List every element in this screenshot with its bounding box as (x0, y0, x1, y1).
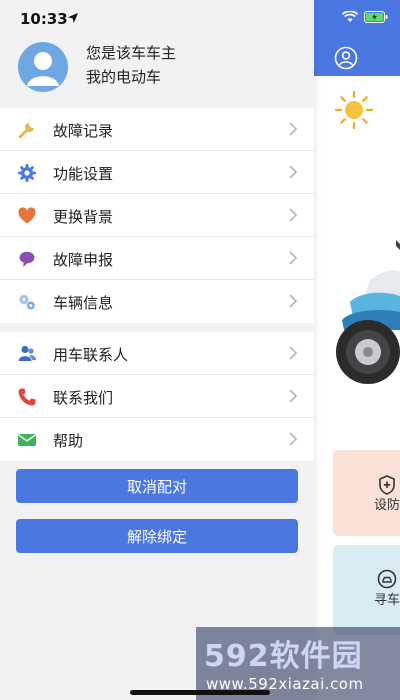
menu-label: 功能设置 (53, 165, 114, 183)
watermark-logo: 592软件园 (204, 639, 363, 674)
menu-item-fault-report[interactable]: 故障申报 (0, 237, 314, 280)
gears-icon (19, 294, 35, 310)
chevron-right-icon (289, 389, 298, 403)
find-car-card-label: 寻车 (374, 593, 400, 608)
menu-item-contact-us[interactable]: 联系我们 (0, 375, 314, 418)
phone-icon (18, 388, 36, 406)
menu-item-vehicle-info[interactable]: 车辆信息 (0, 280, 314, 323)
gear-icon (18, 164, 36, 182)
car-search-icon (377, 569, 397, 589)
wifi-icon (342, 11, 358, 22)
menu-item-help[interactable]: 帮助 (0, 418, 314, 461)
chevron-right-icon (289, 432, 298, 446)
menu-label: 车辆信息 (53, 294, 114, 312)
avatar[interactable] (18, 42, 68, 92)
mail-icon (18, 434, 36, 446)
chevron-right-icon (289, 122, 298, 136)
arm-card-label: 设防 (374, 498, 400, 513)
profile-header[interactable]: 您是该车车主 我的电动车 (0, 36, 314, 108)
status-time: 10:33 (20, 10, 68, 28)
user-icon[interactable] (334, 46, 358, 70)
speech-bubble-icon (19, 251, 35, 267)
sun-icon (334, 90, 374, 130)
location-arrow-icon (68, 13, 78, 23)
menu-item-contacts[interactable]: 用车联系人 (0, 332, 314, 375)
status-icons (342, 11, 388, 23)
menu-label: 故障申报 (53, 251, 114, 269)
menu-label: 用车联系人 (53, 346, 129, 364)
home-indicator[interactable] (130, 690, 270, 695)
chevron-right-icon (289, 208, 298, 222)
heart-icon (18, 207, 36, 224)
menu-label: 故障记录 (53, 122, 114, 140)
user-silhouette-icon (27, 52, 59, 86)
unpair-button[interactable]: 取消配对 (16, 469, 298, 503)
scooter-image (336, 240, 400, 384)
menu-label: 联系我们 (53, 389, 114, 407)
vehicle-name-text: 我的电动车 (86, 68, 162, 86)
side-drawer: 10:33 您是该车车主 我的电动车 故障记录 功能设置 更换背景 故障申报 车… (0, 0, 314, 700)
chevron-right-icon (289, 294, 298, 308)
menu-group-vehicle: 故障记录 功能设置 更换背景 故障申报 车辆信息 (0, 108, 314, 323)
chevron-right-icon (289, 251, 298, 265)
unbind-button[interactable]: 解除绑定 (16, 519, 298, 553)
menu-label: 帮助 (53, 432, 84, 450)
shield-plus-icon (379, 475, 395, 495)
menu-item-fault-records[interactable]: 故障记录 (0, 108, 314, 151)
chevron-right-icon (289, 165, 298, 179)
contacts-icon (18, 345, 36, 361)
menu-item-change-background[interactable]: 更换背景 (0, 194, 314, 237)
wrench-icon (18, 123, 34, 139)
menu-group-support: 用车联系人 联系我们 帮助 (0, 332, 314, 461)
owner-status-text: 您是该车车主 (86, 44, 177, 62)
status-bar: 10:33 (0, 0, 314, 36)
chevron-right-icon (289, 346, 298, 360)
battery-icon (364, 11, 388, 23)
menu-item-function-settings[interactable]: 功能设置 (0, 151, 314, 194)
menu-label: 更换背景 (53, 208, 114, 226)
